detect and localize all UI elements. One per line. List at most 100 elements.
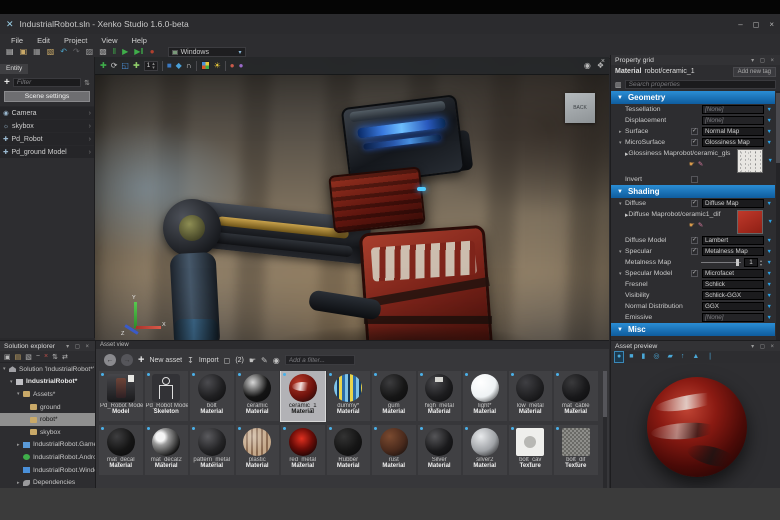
import-button[interactable]: Import [199, 357, 219, 364]
rotate-gizmo-icon[interactable]: ⟳ [111, 61, 118, 70]
dropdown-caret-icon[interactable]: ▼ [764, 304, 772, 310]
solution-tree-item[interactable]: ▸ IndustrialRobot.Game [0, 439, 95, 452]
chevron-right-icon[interactable]: › [89, 123, 91, 130]
record-icon[interactable]: ● [150, 47, 155, 57]
close-button[interactable]: × [769, 20, 774, 29]
asset-tile[interactable]: mat_cable Material [554, 371, 598, 421]
menu-item[interactable]: View [94, 36, 124, 45]
view-cube-gizmo[interactable]: BACK [565, 93, 595, 123]
metalness-slider[interactable] [701, 259, 741, 266]
prop-row-fresnel[interactable]: Fresnel Schlick ▼ [611, 279, 775, 290]
asset-tile[interactable]: high_metal Material [417, 371, 461, 421]
magnet-icon[interactable]: ∩ [186, 61, 192, 70]
prop-row-normal-distribution[interactable]: Normal Distribution GGX ▼ [611, 301, 775, 312]
entity-tree-item[interactable]: ✚ Pd_ground Model › [0, 145, 94, 158]
prop-row-invert[interactable]: Invert ▼ [611, 174, 775, 185]
new-file-icon[interactable]: ▤ [6, 47, 14, 57]
cube-preview-icon[interactable]: ■ [627, 352, 635, 362]
hand-pick-icon[interactable]: ☛ [689, 160, 695, 168]
solution-tree-item[interactable]: IndustrialRobot.Windows [0, 464, 95, 477]
copy-icon[interactable]: ▧ [25, 353, 32, 361]
sync-icon[interactable]: ⇄ [62, 353, 68, 361]
material-mode-icon[interactable]: ◆ [176, 61, 182, 70]
dropdown-caret-icon[interactable]: ▼ [764, 201, 772, 207]
solution-tree-item[interactable]: ground [0, 401, 95, 414]
chevron-right-icon[interactable]: › [89, 110, 91, 117]
prop-row-microsurface[interactable]: ▾ MicroSurface Glossiness Map ▼ [611, 137, 775, 148]
panel-buttons[interactable]: ▾ ◻ × [751, 343, 776, 350]
asset-tile[interactable]: bolt_dif Texture [554, 425, 598, 475]
panel-buttons[interactable]: ▾ ◻ × [751, 57, 776, 64]
new-asset-plus-icon[interactable]: + [138, 355, 144, 366]
save-all-icon[interactable]: ▧ [47, 47, 55, 57]
specular-checkbox[interactable] [691, 247, 698, 255]
title-bar[interactable]: ✕ IndustrialRobot.sln - Xenko Studio 1.6… [0, 14, 780, 34]
sun-icon[interactable]: ☀ [214, 61, 221, 70]
asset-view-scrollbar[interactable] [603, 371, 607, 488]
tab-entity[interactable]: Entity [0, 64, 29, 74]
entity-tree-item[interactable]: ◉ Camera › [0, 106, 94, 119]
snap-icon[interactable]: ✚ [133, 61, 140, 70]
prop-row-emissive[interactable]: Emissive [None] ▼ [611, 312, 775, 323]
light-preview-icon[interactable]: ❘ [705, 352, 715, 362]
dropdown-caret-icon[interactable]: ▼ [764, 107, 772, 113]
maximize-button[interactable]: ◻ [753, 20, 760, 29]
edit-pencil-icon[interactable]: ✎ [261, 356, 268, 365]
chevron-right-icon[interactable]: › [89, 149, 91, 156]
back-button[interactable]: ← [104, 354, 116, 366]
prop-row-specular-model[interactable]: ▾ Specular Model Microfacet ▼ [611, 268, 775, 279]
viewport-close-icon[interactable]: × [601, 58, 605, 65]
property-grid-scrollbar[interactable] [776, 91, 780, 352]
play-icon[interactable]: ▶ [122, 47, 128, 57]
dropdown-caret-icon[interactable]: ▼ [764, 238, 772, 244]
remove-icon[interactable]: − [36, 353, 40, 360]
dropdown-caret-icon[interactable]: ▼ [764, 260, 772, 266]
plane-preview-icon[interactable]: ▰ [665, 352, 674, 362]
eye-icon[interactable]: ◉ [273, 356, 280, 365]
dropdown-caret-icon[interactable]: ▼ [764, 249, 772, 255]
step-icon[interactable]: ▶‖ [134, 47, 143, 57]
copy-icon[interactable]: ▩ [99, 47, 107, 57]
glossiness-texture-thumbnail[interactable] [737, 149, 763, 173]
clear-reference-icon[interactable]: ✎ [698, 160, 703, 168]
diffuse-model-checkbox[interactable] [691, 236, 698, 244]
surface-checkbox[interactable] [691, 127, 698, 135]
asset-filter-input[interactable] [284, 355, 355, 365]
menu-item[interactable]: Edit [30, 36, 57, 45]
redo-icon[interactable]: ↷ [73, 47, 80, 57]
save-icon[interactable]: ▦ [33, 47, 41, 57]
preview-area[interactable] [611, 363, 780, 490]
sphere-preview-icon[interactable]: ● [613, 351, 625, 363]
property-search-input[interactable] [624, 80, 776, 89]
prop-row-visibility[interactable]: Visibility Schlick-GGX ▼ [611, 290, 775, 301]
dropdown-caret-icon[interactable]: ▼ [764, 118, 772, 124]
scene-settings-button[interactable]: Scene settings [4, 91, 90, 102]
asset-tile[interactable]: Rubber Material [326, 425, 370, 475]
menu-item[interactable]: Project [57, 36, 94, 45]
translate-gizmo-icon[interactable]: ✚ [100, 61, 107, 70]
asset-tile[interactable]: low_metal Material [508, 371, 552, 421]
prop-row-diffuse[interactable]: ▾ Diffuse Diffuse Map ▼ [611, 198, 775, 209]
add-new-tag-button[interactable]: Add new tag [732, 66, 776, 77]
prop-row-metalness-map[interactable]: Metalness Map 1 ▴ ▾ ▼ [611, 257, 775, 268]
asset-preview-header[interactable]: Asset preview ▾ ◻ × [611, 341, 780, 351]
spinner-arrows-icon[interactable]: ▴ ▾ [152, 61, 155, 70]
collapse-all-icon[interactable]: ▣ [4, 353, 11, 361]
asset-tile[interactable]: mat_decal Material [99, 425, 143, 475]
asset-tile[interactable]: bolt Material [190, 371, 234, 421]
dropdown-caret-icon[interactable]: ▼ [768, 158, 773, 164]
solution-explorer-header[interactable]: Solution explorer ▾ ◻ × [0, 341, 95, 351]
prop-row-specular[interactable]: ▾ Specular Metalness Map ▼ [611, 246, 775, 257]
prop-row-diffuse-model[interactable]: Diffuse Model Lambert ▼ [611, 235, 775, 246]
asset-tile[interactable]: pattern_metal Material [190, 425, 234, 475]
solution-tree-item[interactable]: ▾ Assets* [0, 388, 95, 401]
entity-tree-item[interactable]: ✚ Pd_Robot › [0, 132, 94, 145]
section-shading[interactable]: ▼ Shading [611, 185, 775, 198]
asset-tile[interactable]: dummy* Material [326, 371, 370, 421]
asset-tile[interactable]: Pd_Robot Model Model [99, 371, 143, 421]
scene-viewport[interactable]: ✚ ⟳ ◱ ✚ 1 ▴ ▾ ■ ◆ ∩ ☀ ● ● ◉ ❖ × BACK Y X… [95, 57, 609, 352]
diffuse-texture-thumbnail[interactable] [737, 210, 763, 234]
solution-tree-item[interactable]: IndustrialRobot.Android [0, 451, 95, 464]
hand-pick-icon[interactable]: ☛ [689, 221, 695, 229]
skybox-preview-icon[interactable]: ● [239, 61, 244, 70]
